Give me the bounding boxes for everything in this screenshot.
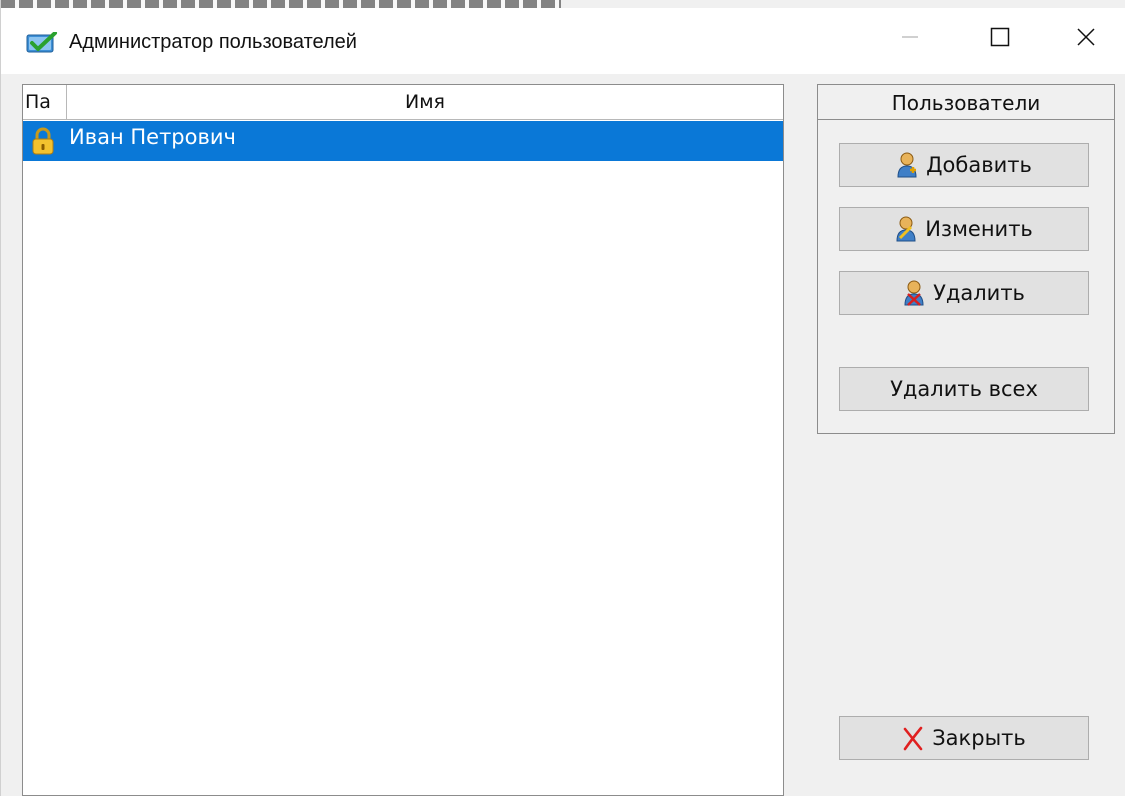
add-user-button[interactable]: Добавить bbox=[839, 143, 1089, 187]
group-title: Пользователи bbox=[818, 85, 1114, 120]
delete-user-button[interactable]: Удалить bbox=[839, 271, 1089, 315]
user-admin-window: Администратор пользователей Па Имя Иван … bbox=[0, 0, 1125, 796]
edit-user-button[interactable]: Изменить bbox=[839, 207, 1089, 251]
window-title: Администратор пользователей bbox=[69, 31, 357, 53]
delete-label: Удалить bbox=[933, 281, 1025, 305]
minimize-button[interactable] bbox=[887, 16, 933, 62]
close-button[interactable]: Закрыть bbox=[839, 716, 1089, 760]
delete-all-users-button[interactable]: Удалить всех bbox=[839, 367, 1089, 411]
title-bar[interactable]: Администратор пользователей bbox=[1, 8, 1125, 74]
minimize-icon bbox=[901, 28, 919, 50]
background-window-edge bbox=[1, 0, 561, 8]
checkmark-app-icon bbox=[26, 31, 58, 54]
close-window-button[interactable] bbox=[1063, 16, 1109, 62]
users-group-box: Пользователи Добавить Изменить Удалить У… bbox=[817, 84, 1115, 434]
column-header-name[interactable]: Имя bbox=[67, 85, 783, 119]
user-add-icon bbox=[896, 152, 918, 178]
users-list[interactable]: Па Имя Иван Петрович bbox=[22, 84, 784, 796]
user-name: Иван Петрович bbox=[69, 125, 236, 149]
list-item[interactable]: Иван Петрович bbox=[23, 121, 783, 161]
red-x-icon bbox=[902, 725, 924, 751]
list-header: Па Имя bbox=[23, 85, 783, 120]
lock-icon bbox=[31, 127, 55, 155]
user-edit-icon bbox=[895, 216, 917, 242]
column-header-password[interactable]: Па bbox=[23, 85, 67, 119]
delete-all-label: Удалить всех bbox=[890, 377, 1038, 401]
user-delete-icon bbox=[903, 280, 925, 306]
maximize-icon bbox=[990, 27, 1010, 51]
maximize-button[interactable] bbox=[977, 16, 1023, 62]
add-label: Добавить bbox=[926, 153, 1032, 177]
close-icon bbox=[1076, 27, 1096, 51]
close-label: Закрыть bbox=[932, 726, 1026, 750]
edit-label: Изменить bbox=[925, 217, 1033, 241]
